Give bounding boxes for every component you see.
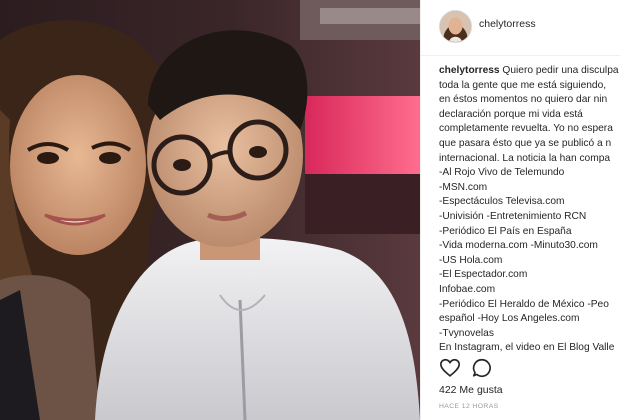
caption-line: español -Hoy Los Angeles.com [439, 313, 580, 325]
caption-author-link[interactable]: chelytorress [439, 65, 500, 76]
caption-line: internacional. La noticia la han compa [439, 152, 611, 164]
caption-line: -Tvynovelas [439, 327, 494, 339]
caption-line: toda la gente que me está siguiendo, [439, 79, 607, 91]
caption-line: completamente revuelta. Yo no espera [439, 123, 613, 135]
caption-line: -El Espectador.com [439, 269, 528, 281]
caption-line: chelytorress Quiero pedir una disculpa [439, 64, 620, 79]
caption-line: -Espectáculos Televisa.com [439, 196, 565, 208]
caption-line: declaración porque mi vida está [439, 108, 583, 120]
post-photo[interactable] [0, 0, 420, 420]
post-timestamp[interactable]: HACE 12 HORAS [439, 403, 499, 410]
heart-icon[interactable] [439, 357, 461, 379]
caption-line: -Univisión -Entretenimiento RCN [439, 210, 587, 222]
avatar[interactable] [439, 10, 472, 43]
username-link[interactable]: chelytorress [479, 18, 536, 30]
caption-line: Infobae.com [439, 283, 496, 295]
caption-line: -Periódico El País en España [439, 225, 572, 237]
likes-count[interactable]: 422 Me gusta [439, 384, 503, 396]
caption-line: -Al Rojo Vivo de Telemundo [439, 167, 565, 179]
caption-line: -MSN.com [439, 181, 488, 193]
caption-line: en éstos momentos no quiero dar nin [439, 94, 608, 106]
caption-line: -Periódico El Heraldo de México -Peo [439, 298, 609, 310]
caption-line: que pasara ésto que ya se publicó a n [439, 137, 612, 149]
caption-text: Quiero pedir una disculpa [499, 65, 619, 76]
post-sidebar: chelytorress chelytorress Quiero pedir u… [420, 0, 620, 420]
caption-line: -US Hola.com [439, 254, 503, 266]
avatar-image [440, 11, 471, 42]
post-photo-image [0, 0, 420, 420]
comment-icon[interactable] [471, 357, 493, 379]
post-caption: chelytorress Quiero pedir una disculpa t… [439, 64, 620, 356]
caption-line: En Instagram, el video en El Blog Valle [439, 342, 615, 354]
caption-line: -Vida moderna.com -Minuto30.com [439, 240, 598, 252]
post-actions [439, 357, 619, 379]
post-header: chelytorress [421, 0, 620, 56]
